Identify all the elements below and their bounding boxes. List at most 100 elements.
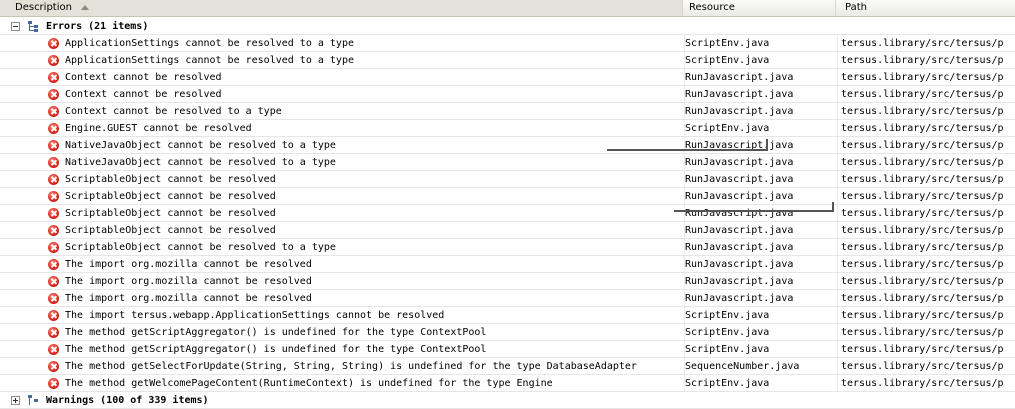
table-row[interactable]: The method getSelectForUpdate(String, St…	[0, 358, 1015, 375]
resource-cell: RunJavascript.java	[684, 69, 837, 85]
table-row[interactable]: NativeJavaObject cannot be resolved to a…	[0, 137, 1015, 154]
error-message: The import org.mozilla cannot be resolve…	[65, 276, 312, 287]
error-message: The method getSelectForUpdate(String, St…	[65, 361, 637, 372]
error-icon	[48, 174, 59, 185]
resource-cell: SequenceNumber.java	[684, 358, 837, 374]
table-row[interactable]: The import org.mozilla cannot be resolve…	[0, 290, 1015, 307]
table-row[interactable]: The method getScriptAggregator() is unde…	[0, 324, 1015, 341]
error-message: The import org.mozilla cannot be resolve…	[65, 259, 312, 270]
path-cell: tersus.library/src/tersus/p	[837, 324, 1015, 340]
description-cell: The method getSelectForUpdate(String, St…	[0, 358, 683, 374]
table-row[interactable]: Engine.GUEST cannot be resolved ScriptEnv…	[0, 120, 1015, 137]
table-row[interactable]: Context cannot be resolved RunJavascript.…	[0, 69, 1015, 86]
description-cell: Engine.GUEST cannot be resolved	[0, 120, 683, 136]
error-message: The method getScriptAggregator() is unde…	[65, 344, 487, 355]
table-row[interactable]: ScriptableObject cannot be resolved RunJa…	[0, 188, 1015, 205]
path-cell: tersus.library/src/tersus/p	[837, 35, 1015, 51]
resource-cell: RunJavascript.java	[684, 256, 837, 272]
warnings-group-label: Warnings (100 of 339 items)	[46, 395, 209, 406]
table-row[interactable]: ScriptableObject cannot be resolved RunJa…	[0, 171, 1015, 188]
table-row[interactable]: ScriptableObject cannot be resolved RunJa…	[0, 222, 1015, 239]
error-icon	[48, 293, 59, 304]
description-cell: The import org.mozilla cannot be resolve…	[0, 256, 683, 272]
column-header-path[interactable]: Path	[836, 0, 1015, 16]
column-header-description[interactable]: Description	[0, 0, 683, 16]
path-cell: tersus.library/src/tersus/p	[837, 120, 1015, 136]
description-cell: ScriptableObject cannot be resolved	[0, 205, 683, 221]
path-cell: tersus.library/src/tersus/p	[837, 256, 1015, 272]
error-message: NativeJavaObject cannot be resolved to a…	[65, 140, 336, 151]
description-cell: Context cannot be resolved	[0, 86, 683, 102]
resource-cell: RunJavascript.java	[684, 290, 837, 306]
description-cell: ScriptableObject cannot be resolved	[0, 188, 683, 204]
description-cell: NativeJavaObject cannot be resolved to a…	[0, 137, 683, 153]
error-icon	[48, 225, 59, 236]
table-row[interactable]: The import org.mozilla cannot be resolve…	[0, 273, 1015, 290]
errors-group-label: Errors (21 items)	[46, 21, 149, 32]
resource-cell: RunJavascript.java	[684, 205, 837, 221]
error-message: NativeJavaObject cannot be resolved to a…	[65, 157, 336, 168]
description-cell: The method getScriptAggregator() is unde…	[0, 324, 683, 340]
description-cell: NativeJavaObject cannot be resolved to a…	[0, 154, 683, 170]
table-row[interactable]: The method getScriptAggregator() is unde…	[0, 341, 1015, 358]
error-message: ScriptableObject cannot be resolved	[65, 174, 276, 185]
table-row[interactable]: NativeJavaObject cannot be resolved to a…	[0, 154, 1015, 171]
path-cell: tersus.library/src/tersus/p	[837, 222, 1015, 238]
error-message: Engine.GUEST cannot be resolved	[65, 123, 252, 134]
error-message: ScriptableObject cannot be resolved	[65, 208, 276, 219]
error-message: ScriptableObject cannot be resolved	[65, 191, 276, 202]
error-icon	[48, 276, 59, 287]
collapse-icon[interactable]	[11, 22, 20, 31]
description-cell: ScriptableObject cannot be resolved to a…	[0, 239, 683, 255]
resource-cell: RunJavascript.java	[684, 188, 837, 204]
error-message: The import tersus.webapp.ApplicationSett…	[65, 310, 445, 321]
table-row[interactable]: Context cannot be resolved to a type RunJ…	[0, 103, 1015, 120]
error-icon	[48, 242, 59, 253]
problems-table: Errors (21 items) ApplicationSettings ca…	[0, 18, 1015, 409]
path-cell: tersus.library/src/tersus/p	[837, 171, 1015, 187]
drag-indicator	[674, 210, 834, 212]
error-icon	[48, 310, 59, 321]
errors-group-row[interactable]: Errors (21 items)	[0, 18, 1015, 35]
error-message: The method getWelcomePageContent(Runtime…	[65, 378, 553, 389]
resource-cell: ScriptEnv.java	[684, 375, 837, 391]
table-row[interactable]: ApplicationSettings cannot be resolved t…	[0, 35, 1015, 52]
error-message: Context cannot be resolved	[65, 72, 222, 83]
warnings-group-row[interactable]: Warnings (100 of 339 items)	[0, 392, 1015, 409]
resource-cell: RunJavascript.java	[684, 239, 837, 255]
description-cell: The method getWelcomePageContent(Runtime…	[0, 375, 683, 391]
expand-icon[interactable]	[11, 396, 20, 405]
warning-group-icon	[28, 395, 39, 406]
table-row[interactable]: Context cannot be resolved RunJavascript.…	[0, 86, 1015, 103]
error-icon	[48, 191, 59, 202]
description-cell: Context cannot be resolved to a type	[0, 103, 683, 119]
table-row[interactable]: The import org.mozilla cannot be resolve…	[0, 256, 1015, 273]
error-message: The method getScriptAggregator() is unde…	[65, 327, 487, 338]
error-icon	[48, 140, 59, 151]
path-cell: tersus.library/src/tersus/p	[837, 154, 1015, 170]
table-row[interactable]: ScriptableObject cannot be resolved to a…	[0, 239, 1015, 256]
path-cell: tersus.library/src/tersus/p	[837, 103, 1015, 119]
description-cell: ScriptableObject cannot be resolved	[0, 171, 683, 187]
column-header-resource-label: Resource	[689, 2, 735, 13]
resource-cell: ScriptEnv.java	[684, 52, 837, 68]
resource-cell: RunJavascript.java	[684, 171, 837, 187]
resource-cell: RunJavascript.java	[684, 86, 837, 102]
error-icon	[48, 259, 59, 270]
path-cell: tersus.library/src/tersus/p	[837, 273, 1015, 289]
resource-cell: ScriptEnv.java	[684, 120, 837, 136]
column-header-resource[interactable]: Resource	[683, 0, 836, 16]
table-row[interactable]: The import tersus.webapp.ApplicationSett…	[0, 307, 1015, 324]
error-icon	[48, 38, 59, 49]
table-row[interactable]: The method getWelcomePageContent(Runtime…	[0, 375, 1015, 392]
path-cell: tersus.library/src/tersus/p	[837, 290, 1015, 306]
error-message: ScriptableObject cannot be resolved to a…	[65, 242, 336, 253]
table-row[interactable]: ScriptableObject cannot be resolved RunJa…	[0, 205, 1015, 222]
error-message: Context cannot be resolved	[65, 89, 222, 100]
path-cell: tersus.library/src/tersus/p	[837, 205, 1015, 221]
table-row[interactable]: ApplicationSettings cannot be resolved t…	[0, 52, 1015, 69]
description-cell: The method getScriptAggregator() is unde…	[0, 341, 683, 357]
resource-cell: RunJavascript.java	[684, 103, 837, 119]
path-cell: tersus.library/src/tersus/p	[837, 358, 1015, 374]
path-cell: tersus.library/src/tersus/p	[837, 375, 1015, 391]
